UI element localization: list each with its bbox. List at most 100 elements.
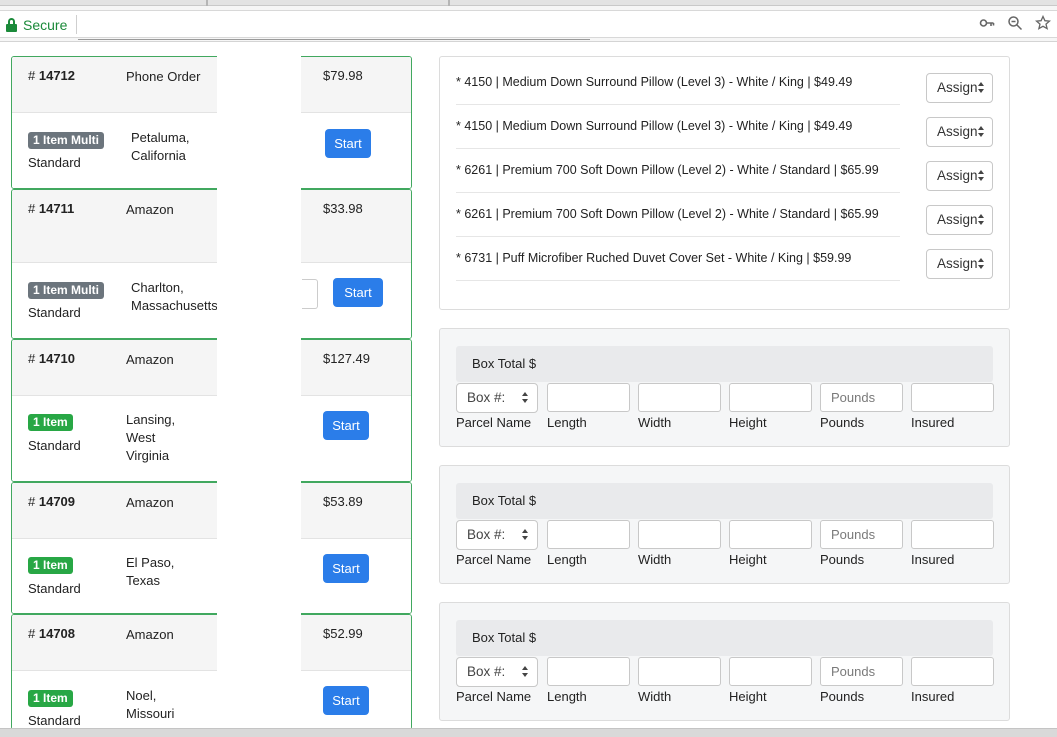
order-header: # 14708 Amazon $52.99 bbox=[12, 615, 411, 671]
assign-box-select[interactable]: Assign bbox=[926, 205, 993, 235]
order-details: 1 Item Standard El Paso, Texas Start bbox=[12, 539, 411, 613]
start-button[interactable]: Start bbox=[333, 278, 383, 307]
start-button[interactable]: Start bbox=[323, 411, 369, 440]
assign-box-select[interactable]: Assign bbox=[926, 117, 993, 147]
width-input[interactable] bbox=[638, 383, 721, 412]
order-price: $52.99 bbox=[323, 626, 363, 641]
order-details: 1 Item Standard Noel, Missouri Start bbox=[12, 671, 411, 729]
zoom-icon[interactable] bbox=[1007, 15, 1023, 33]
length-input[interactable] bbox=[547, 520, 630, 549]
order-header: # 14712 Phone Order $79.98 bbox=[12, 57, 411, 113]
order-card[interactable]: # 14708 Amazon $52.99 1 Item Standard No… bbox=[11, 614, 412, 730]
box-panel: Box Total $ Box #: Parcel Name Length Wi… bbox=[439, 328, 1010, 447]
hidden-field-edge[interactable] bbox=[302, 279, 318, 309]
length-label: Length bbox=[547, 415, 587, 430]
pounds-label: Pounds bbox=[820, 552, 865, 567]
item-description: * 6261 | Premium 700 Soft Down Pillow (L… bbox=[456, 207, 879, 221]
pounds-input[interactable] bbox=[820, 383, 903, 412]
star-icon[interactable] bbox=[1034, 14, 1052, 33]
assign-box-select[interactable]: Assign bbox=[926, 161, 993, 191]
insured-input[interactable] bbox=[911, 657, 994, 686]
box-select-value: Box #: bbox=[467, 390, 506, 405]
list-item: * 4150 | Medium Down Surround Pillow (Le… bbox=[456, 119, 900, 149]
shipping-type: Standard bbox=[28, 155, 81, 170]
address-bar[interactable]: Secure bbox=[0, 10, 1057, 40]
order-card[interactable]: # 14711 Amazon $33.98 1 Item Multi Stand… bbox=[11, 189, 412, 339]
box-total-label: Box Total $ bbox=[472, 493, 537, 508]
secure-label: Secure bbox=[23, 17, 68, 33]
ship-location: Noel, Missouri bbox=[126, 688, 175, 721]
order-number: # 14711 bbox=[28, 201, 75, 216]
height-input[interactable] bbox=[729, 657, 812, 686]
item-count-badge: 1 Item bbox=[28, 414, 73, 431]
list-item: * 6261 | Premium 700 Soft Down Pillow (L… bbox=[456, 207, 900, 237]
start-button[interactable]: Start bbox=[323, 554, 369, 583]
box-total-label: Box Total $ bbox=[472, 356, 537, 371]
assign-select-value: Assign bbox=[937, 124, 978, 139]
box-number-select[interactable]: Box #: bbox=[456, 520, 538, 550]
pounds-label: Pounds bbox=[820, 415, 865, 430]
item-count-badge: 1 Item Multi bbox=[28, 132, 105, 149]
select-arrows-icon bbox=[978, 81, 985, 95]
pounds-input[interactable] bbox=[820, 520, 903, 549]
overlay-panel bbox=[217, 56, 301, 728]
item-description: * 6731 | Puff Microfiber Ruched Duvet Co… bbox=[456, 251, 852, 265]
secure-indicator[interactable]: Secure bbox=[6, 16, 67, 34]
start-button[interactable]: Start bbox=[323, 686, 369, 715]
shipping-type: Standard bbox=[28, 438, 81, 453]
order-card[interactable]: # 14710 Amazon $127.49 1 Item Standard L… bbox=[11, 339, 412, 482]
box-number-select[interactable]: Box #: bbox=[456, 657, 538, 687]
parcel-name-label: Parcel Name bbox=[456, 689, 532, 704]
box-total-label: Box Total $ bbox=[472, 630, 537, 645]
order-card[interactable]: # 14709 Amazon $53.89 1 Item Standard El… bbox=[11, 482, 412, 614]
order-list: # 14712 Phone Order $79.98 1 Item Multi … bbox=[11, 56, 412, 730]
select-arrows-icon bbox=[978, 257, 985, 271]
assign-box-select[interactable]: Assign bbox=[926, 73, 993, 103]
width-input[interactable] bbox=[638, 657, 721, 686]
box-total-header: Box Total $ bbox=[456, 346, 993, 382]
height-label: Height bbox=[729, 415, 767, 430]
item-description: * 4150 | Medium Down Surround Pillow (Le… bbox=[456, 119, 853, 133]
width-input[interactable] bbox=[638, 520, 721, 549]
parcel-name-label: Parcel Name bbox=[456, 415, 532, 430]
assign-select-value: Assign bbox=[937, 256, 978, 271]
order-channel: Amazon bbox=[126, 352, 174, 367]
order-number: # 14708 bbox=[28, 626, 76, 641]
insured-input[interactable] bbox=[911, 520, 994, 549]
item-count-badge: 1 Item bbox=[28, 557, 73, 574]
key-icon[interactable] bbox=[979, 15, 995, 33]
pounds-input[interactable] bbox=[820, 657, 903, 686]
box-panel: Box Total $ Box #: Parcel Name Length Wi… bbox=[439, 465, 1010, 584]
height-label: Height bbox=[729, 552, 767, 567]
start-button[interactable]: Start bbox=[325, 129, 371, 158]
order-channel: Amazon bbox=[126, 627, 174, 642]
item-count-badge: 1 Item bbox=[28, 690, 73, 707]
item-count-badge: 1 Item Multi bbox=[28, 282, 105, 299]
length-input[interactable] bbox=[547, 657, 630, 686]
select-arrows-icon bbox=[978, 125, 985, 139]
assign-box-select[interactable]: Assign bbox=[926, 249, 993, 279]
insured-label: Insured bbox=[911, 689, 955, 704]
order-card[interactable]: # 14712 Phone Order $79.98 1 Item Multi … bbox=[11, 56, 412, 189]
shipping-type: Standard bbox=[28, 713, 81, 728]
order-number: # 14709 bbox=[28, 494, 76, 509]
box-panel: Box Total $ Box #: Parcel Name Length Wi… bbox=[439, 602, 1010, 721]
height-input[interactable] bbox=[729, 383, 812, 412]
order-price: $33.98 bbox=[323, 201, 363, 216]
assign-select-value: Assign bbox=[937, 80, 978, 95]
order-header: # 14709 Amazon $53.89 bbox=[12, 483, 411, 539]
address-text-cursor-line bbox=[78, 39, 590, 40]
insured-label: Insured bbox=[911, 415, 955, 430]
insured-input[interactable] bbox=[911, 383, 994, 412]
order-number: # 14712 bbox=[28, 68, 76, 83]
order-channel: Amazon bbox=[126, 495, 174, 510]
order-channel: Phone Order bbox=[126, 69, 201, 84]
length-input[interactable] bbox=[547, 383, 630, 412]
height-input[interactable] bbox=[729, 520, 812, 549]
box-number-select[interactable]: Box #: bbox=[456, 383, 538, 413]
address-separator bbox=[76, 15, 77, 34]
order-details: 1 Item Multi Standard Petaluma, Californ… bbox=[12, 113, 411, 188]
order-price: $79.98 bbox=[323, 68, 363, 83]
horizontal-scrollbar[interactable] bbox=[0, 728, 1057, 737]
browser-toolbar: Secure bbox=[0, 6, 1057, 42]
